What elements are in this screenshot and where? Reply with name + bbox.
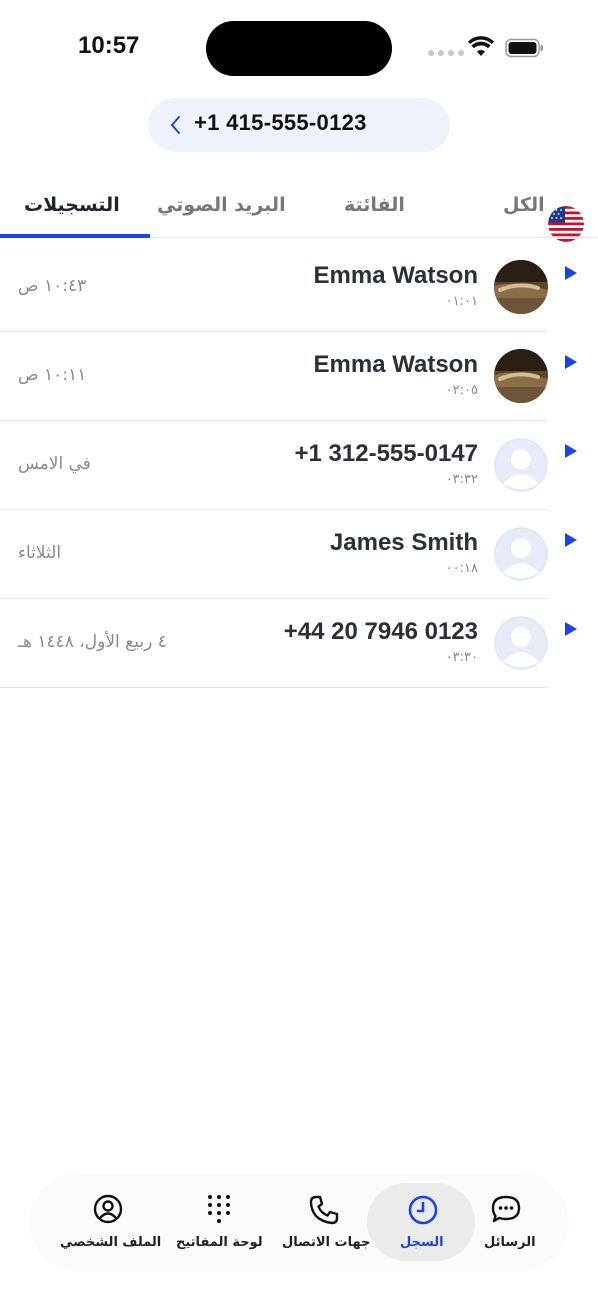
nav-profile-label: الملف الشخصي [60,1235,162,1250]
active-number: +1 415-555-0123 [194,110,367,135]
phone-icon [309,1195,339,1225]
call-row[interactable]: Emma Watson ٠٢:٠٥ ١٠:١١ ص [0,332,577,421]
nav-messages[interactable]: الرسائل [480,1176,536,1268]
wifi-icon [468,36,494,56]
call-duration: ٠١:٠١ [445,294,478,309]
nav-history-label: السجل [400,1235,444,1250]
play-icon[interactable] [564,621,578,637]
tab-recordings[interactable]: التسجيلات [24,194,120,216]
call-row[interactable]: James Smith ٠٠:١٨ الثلاثاء [0,510,577,599]
avatar [494,260,548,314]
play-icon[interactable] [564,443,578,459]
call-time: الثلاثاء [18,543,62,563]
chat-bubble-icon [491,1195,521,1223]
call-row[interactable]: +44 20 7946 0123 ٠٣:٣٠ ٤ ربيع الأول، ١٤٤… [0,599,577,688]
nav-profile[interactable]: الملف الشخصي [60,1176,161,1268]
nav-contacts-label: جهات الاتصال [282,1235,371,1250]
status-bar: 10:57 [0,0,598,96]
tab-all[interactable]: الكل [503,194,545,216]
caller-name: +44 20 7946 0123 [283,618,478,645]
play-icon[interactable] [564,532,578,548]
call-time: في الامس [18,454,91,474]
play-icon[interactable] [564,354,578,370]
avatar [494,349,548,403]
tab-active-indicator [0,234,150,238]
caller-name: +1 312-555-0147 [294,440,479,467]
clock-icon [408,1195,438,1225]
tab-missed[interactable]: الفائتة [344,194,405,216]
dynamic-island [206,21,392,76]
call-duration: ٠٣:٣٢ [445,472,478,487]
nav-contacts[interactable]: جهات الاتصال [282,1176,371,1268]
number-selector[interactable]: +1 415-555-0123 [148,98,584,242]
call-time: ١٠:١١ ص [18,365,87,385]
call-duration: ٠٣:٣٠ [445,650,478,665]
bottom-nav: الملف الشخصي لوحة المفاتيح جهات الاتصال … [32,1176,566,1268]
nav-history[interactable]: السجل [387,1176,457,1268]
keypad-icon [208,1195,230,1223]
nav-keypad-label: لوحة المفاتيح [176,1235,263,1250]
profile-icon [93,1194,123,1224]
call-row[interactable]: +1 312-555-0147 ٠٣:٣٢ في الامس [0,421,577,510]
battery-icon [505,38,543,58]
tab-bar: التسجيلات البريد الصوتي الفائتة الكل [0,186,598,238]
call-duration: ٠٢:٠٥ [445,383,478,398]
chevron-left-icon [171,116,180,134]
avatar-placeholder [494,527,548,581]
caller-name: Emma Watson [313,351,478,378]
tab-voicemail[interactable]: البريد الصوتي [157,194,286,216]
nav-messages-label: الرسائل [484,1235,536,1250]
avatar-placeholder [494,438,548,492]
call-time: ٤ ربيع الأول، ١٤٤٨ هـ [18,632,167,652]
status-time: 10:57 [78,32,140,59]
call-list: Emma Watson ٠١:٠١ ١٠:٤٣ ص Emma Watson ٠٢… [0,243,598,688]
signal-icon [428,50,464,56]
caller-name: Emma Watson [313,262,478,289]
avatar-placeholder [494,616,548,670]
play-icon[interactable] [564,265,578,281]
caller-name: James Smith [329,529,478,556]
call-duration: ٠٠:١٨ [445,561,478,576]
nav-keypad[interactable]: لوحة المفاتيح [176,1176,263,1268]
call-row[interactable]: Emma Watson ٠١:٠١ ١٠:٤٣ ص [0,243,577,332]
call-time: ١٠:٤٣ ص [18,276,87,296]
